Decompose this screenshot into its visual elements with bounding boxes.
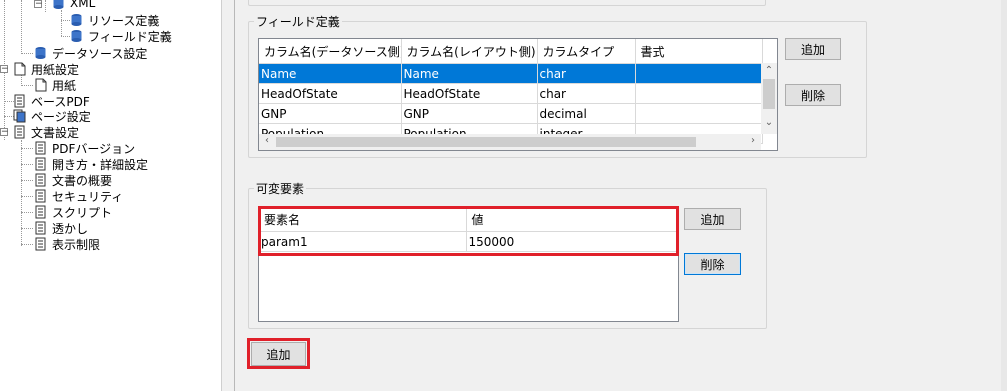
document-icon [35,237,46,251]
horizontal-scrollbar[interactable]: ‹ › [259,134,761,150]
table-cell[interactable]: Name [401,63,538,84]
database-icon [53,0,64,9]
column-header[interactable]: 値 [466,207,678,232]
settings-tree[interactable]: − − − XML リソース定義 フィールド定義 データソース設定 用紙設定 用… [0,0,221,391]
table-cell[interactable]: HeadOfState [259,83,402,104]
scroll-thumb[interactable] [763,79,775,109]
tree-item-datasource-settings[interactable]: データソース設定 [34,45,147,61]
column-header[interactable]: カラムタイプ [537,39,636,64]
tree-label: 文書設定 [31,125,80,140]
tree-label: セキュリティ [52,189,124,204]
table-cell[interactable]: HeadOfState [401,83,538,104]
tree-label: XML [70,0,96,10]
field-def-title: フィールド定義 [254,13,342,30]
scroll-right-icon[interactable]: › [745,135,761,146]
field-def-add-button[interactable]: 追加 [785,38,841,60]
tree-item-page-settings[interactable]: ページ設定 [13,108,91,124]
tree-item-pdf-version[interactable]: PDFバージョン [34,140,135,156]
table-cell[interactable]: 150000 [466,231,678,252]
tree-item-resource-def[interactable]: リソース定義 [70,12,159,28]
scroll-left-icon[interactable]: ‹ [259,135,275,146]
tree-item-security[interactable]: セキュリティ [34,188,123,204]
tree-collapse-document[interactable]: − [0,128,9,137]
vertical-scrollbar[interactable]: ⌃ ⌄ [761,63,777,134]
bottom-add-button[interactable]: 追加 [251,342,306,366]
table-cell[interactable]: GNP [401,103,538,124]
field-def-delete-button[interactable]: 削除 [785,84,841,106]
document-icon [35,157,46,171]
field-def-grid[interactable]: カラム名(データソース側) カラム名(レイアウト側) カラムタイプ 書式 Nam… [258,38,778,151]
column-header[interactable]: 要素名 [259,207,467,232]
variable-title: 可変要素 [254,180,307,197]
tree-label: リソース定義 [88,13,160,28]
tree-label: 表示制限 [52,237,101,252]
tree-item-doc-summary[interactable]: 文書の概要 [34,172,112,188]
database-icon [71,14,82,26]
scroll-up-icon[interactable]: ⌃ [761,65,777,76]
document-icon [35,173,46,187]
tree-item-paper[interactable]: 用紙 [34,77,76,93]
page-icon [35,78,47,92]
scroll-down-icon[interactable]: ⌄ [761,117,777,128]
tree-item-script[interactable]: スクリプト [34,204,112,220]
document-icon [14,94,25,108]
document-icon [35,141,46,155]
document-icon [35,221,46,235]
table-row[interactable]: HeadOfState HeadOfState char [259,83,763,104]
table-cell[interactable]: decimal [537,103,636,124]
document-icon [35,189,46,203]
tree-label: 用紙 [52,78,77,93]
database-icon [35,47,46,59]
table-cell[interactable] [635,103,763,124]
tree-label: 開き方・詳細設定 [52,157,149,172]
tree-collapse-xml[interactable]: − [34,0,43,9]
variable-header: 要素名 値 [259,207,678,232]
document-icon [14,125,25,139]
variable-grid[interactable]: 要素名 値 param1 150000 [258,206,679,322]
table-cell[interactable]: char [537,83,636,104]
table-cell[interactable] [635,83,763,104]
table-cell[interactable] [635,63,763,84]
tree-label: フィールド定義 [88,29,172,44]
table-cell[interactable]: char [537,63,636,84]
column-header[interactable]: カラム名(データソース側) [259,39,402,64]
table-row[interactable]: param1 150000 [259,231,678,252]
window-edge [1001,0,1007,391]
tree-label: 文書の概要 [52,173,113,188]
field-def-header: カラム名(データソース側) カラム名(レイアウト側) カラムタイプ 書式 [259,39,763,64]
tree-item-open-detail[interactable]: 開き方・詳細設定 [34,156,148,172]
tree-item-document-settings[interactable]: 文書設定 [13,124,79,140]
page-icon [14,62,26,76]
table-cell[interactable]: param1 [259,231,467,252]
scroll-thumb[interactable] [276,137,696,147]
table-cell[interactable]: Name [259,63,402,84]
tree-item-watermark[interactable]: 透かし [34,220,88,236]
panel-divider [234,0,235,391]
database-icon [71,30,82,42]
tree-label: データソース設定 [52,46,148,61]
table-row[interactable]: GNP GNP decimal [259,103,763,124]
tree-item-display-limit[interactable]: 表示制限 [34,236,100,252]
variable-delete-button[interactable]: 削除 [684,253,741,275]
document-icon [35,205,46,219]
tree-item-paper-settings[interactable]: 用紙設定 [13,61,79,77]
upper-group-remnant [248,0,766,6]
tree-label: ページ設定 [31,109,91,124]
table-row[interactable]: Name Name char [259,63,763,84]
tree-label: スクリプト [52,205,113,220]
table-cell[interactable]: GNP [259,103,402,124]
column-header[interactable]: 書式 [635,39,763,64]
tree-label: PDFバージョン [52,141,136,156]
panel-splitter[interactable] [221,0,235,391]
variable-add-button[interactable]: 追加 [684,208,741,230]
pages-icon [13,109,26,123]
column-header[interactable]: カラム名(レイアウト側) [401,39,538,64]
tree-label: 透かし [52,221,89,236]
tree-item-xml[interactable]: XML [52,0,95,11]
tree-label: 用紙設定 [31,62,80,77]
tree-item-field-def[interactable]: フィールド定義 [70,28,172,44]
tree-collapse-paper[interactable]: − [0,65,9,74]
